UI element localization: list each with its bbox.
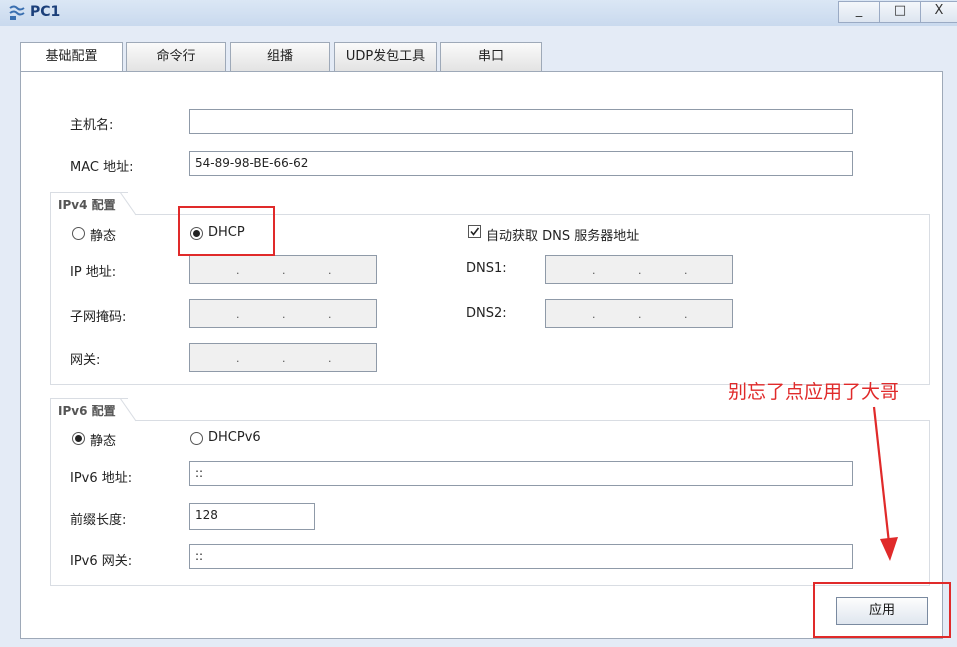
minimize-button[interactable]: _ xyxy=(838,1,880,23)
mac-label: MAC 地址: xyxy=(70,160,134,175)
hostname-label: 主机名: xyxy=(70,118,114,133)
ipv4-group-title: IPv4 配置 xyxy=(50,192,128,217)
ipv6-static-label: 静态 xyxy=(90,434,117,449)
hostname-input[interactable] xyxy=(189,109,853,134)
annotation-text: 别忘了点应用了大哥 xyxy=(728,381,900,403)
ipv6-address-input[interactable]: :: xyxy=(189,461,853,486)
window-title: PC1 xyxy=(30,4,61,20)
prefix-length-label: 前缀长度: xyxy=(70,513,127,528)
tab-command-line[interactable]: 命令行 xyxy=(126,42,226,71)
ip-dot: . xyxy=(684,308,688,321)
ipv4-group-tab-edge xyxy=(120,192,136,216)
ipv6-dhcpv6-radio[interactable] xyxy=(190,432,203,445)
auto-dns-label: 自动获取 DNS 服务器地址 xyxy=(486,229,640,244)
ip-address-label: IP 地址: xyxy=(70,265,117,280)
ip-dot: . xyxy=(282,352,286,365)
gateway-label: 网关: xyxy=(70,353,101,368)
ip-dot: . xyxy=(592,264,596,277)
dns2-input[interactable]: . . . xyxy=(545,299,733,328)
maximize-button[interactable]: □ xyxy=(879,1,921,23)
ip-dot: . xyxy=(638,308,642,321)
ipv4-static-label: 静态 xyxy=(90,229,117,244)
auto-dns-checkbox[interactable] xyxy=(468,225,481,238)
subnet-mask-label: 子网掩码: xyxy=(70,310,127,325)
annotation-arrow-icon xyxy=(872,406,898,561)
dhcp-highlight-box xyxy=(178,206,275,256)
tab-multicast[interactable]: 组播 xyxy=(230,42,330,71)
ipv6-address-label: IPv6 地址: xyxy=(70,471,133,486)
prefix-length-input[interactable]: 128 xyxy=(189,503,315,530)
ipv6-gateway-label: IPv6 网关: xyxy=(70,554,133,569)
ip-dot: . xyxy=(328,308,332,321)
close-button[interactable]: X xyxy=(920,1,957,23)
checkmark-icon xyxy=(470,227,480,236)
ip-dot: . xyxy=(592,308,596,321)
ip-dot: . xyxy=(328,264,332,277)
ip-dot: . xyxy=(282,308,286,321)
ipv4-static-radio[interactable] xyxy=(72,227,85,240)
ip-dot: . xyxy=(282,264,286,277)
title-bar: PC1 _ □ X xyxy=(0,0,957,26)
ip-dot: . xyxy=(638,264,642,277)
ipv6-group-title: IPv6 配置 xyxy=(50,398,128,423)
apply-highlight-box xyxy=(813,582,951,638)
tab-serial[interactable]: 串口 xyxy=(440,42,542,71)
ip-address-input[interactable]: . . . xyxy=(189,255,377,284)
ipv6-dhcpv6-label: DHCPv6 xyxy=(208,430,261,445)
ip-dot: . xyxy=(236,352,240,365)
ip-dot: . xyxy=(684,264,688,277)
gateway-input[interactable]: . . . xyxy=(189,343,377,372)
tab-basic-config[interactable]: 基础配置 xyxy=(20,42,123,73)
subnet-mask-input[interactable]: . . . xyxy=(189,299,377,328)
ipv6-static-radio[interactable] xyxy=(72,432,85,445)
dns1-input[interactable]: . . . xyxy=(545,255,733,284)
dns2-label: DNS2: xyxy=(466,306,507,321)
ip-dot: . xyxy=(236,264,240,277)
tab-udp-tool[interactable]: UDP发包工具 xyxy=(334,42,437,71)
ip-dot: . xyxy=(236,308,240,321)
dns1-label: DNS1: xyxy=(466,261,507,276)
network-pc-icon xyxy=(9,5,25,20)
ip-dot: . xyxy=(328,352,332,365)
ipv6-gateway-input[interactable]: :: xyxy=(189,544,853,569)
mac-input[interactable]: 54-89-98-BE-66-62 xyxy=(189,151,853,176)
ipv6-group-tab-edge xyxy=(120,398,136,422)
